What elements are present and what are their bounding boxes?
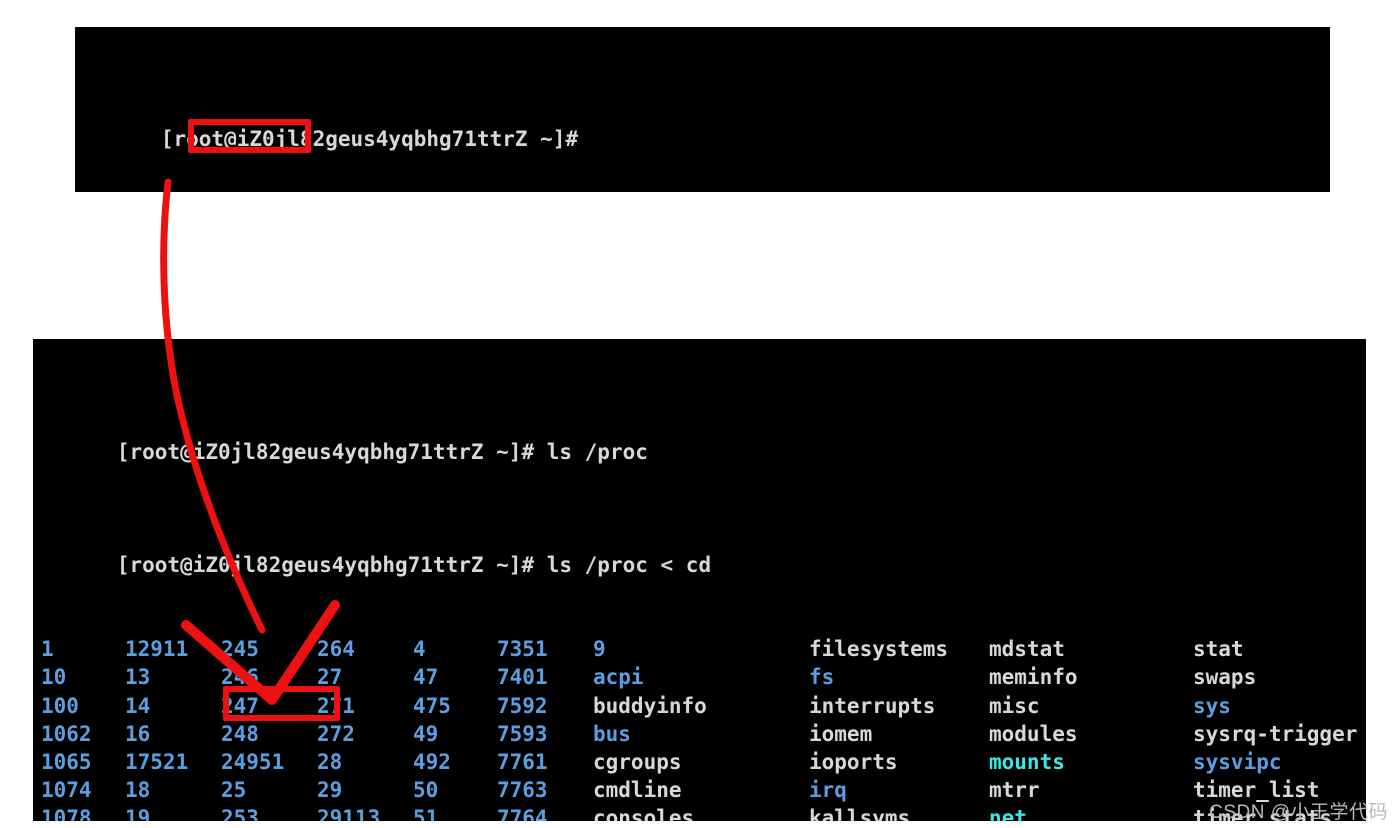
proc-entry: modules xyxy=(989,721,1078,746)
proc-entry: 492 xyxy=(413,749,451,774)
proc-entry: mdstat xyxy=(989,637,1065,662)
proc-entry: 7763 xyxy=(497,778,548,803)
clipped-prompt-text: [root@iZ0jl82geus4yqbhg71ttrZ ~]# xyxy=(160,127,579,151)
proc-entry: 18 xyxy=(125,778,151,803)
proc-entry: 7764 xyxy=(497,806,548,821)
proc-entry: 17521 xyxy=(125,749,189,774)
proc-entry: 1 xyxy=(41,637,54,662)
proc-entry: 253 xyxy=(221,806,259,821)
proc-entry: mtrr xyxy=(989,778,1040,803)
proc-entry: 7351 xyxy=(497,637,548,662)
proc-entry: 16 xyxy=(125,721,151,746)
proc-entry: 1065 xyxy=(41,749,92,774)
proc-entry: swaps xyxy=(1193,665,1257,690)
proc-entry: 13 xyxy=(125,665,151,690)
proc-entry: 7592 xyxy=(497,693,548,718)
proc-listing-row: 1 12911 245 264 4 7351 9 filesystems mdstat stat xyxy=(41,635,1366,663)
proc-entry: irq xyxy=(809,778,847,803)
proc-entry: cgroups xyxy=(593,749,682,774)
clipped-prompt-text: [root@iZ0jl82geus4yqbhg71ttrZ ~]# ls /pr… xyxy=(116,439,648,464)
proc-entry: 7401 xyxy=(497,665,548,690)
proc-entry: sys xyxy=(1193,693,1231,718)
proc-listing: 1 12911 245 264 4 7351 9 filesystems mdstat stat 1… xyxy=(41,635,1366,821)
proc-entry: 19 xyxy=(125,806,151,821)
terminal-clipped-line: [root@iZ0jl82geus4yqbhg71ttrZ ~]# xyxy=(85,97,1330,151)
prompt-string: [root@iZ0jl82geus4yqbhg71ttrZ ~]# xyxy=(116,552,535,577)
proc-entry: sysvipc xyxy=(1193,749,1282,774)
proc-entry: 475 xyxy=(413,693,451,718)
proc-entry: 1078 xyxy=(41,806,92,821)
proc-entry: 29 xyxy=(317,778,343,803)
proc-entry: acpi xyxy=(593,665,644,690)
proc-entry: 24951 xyxy=(221,749,285,774)
proc-entry: 272 xyxy=(317,721,355,746)
proc-entry: misc xyxy=(989,693,1040,718)
proc-entry: 1074 xyxy=(41,778,92,803)
proc-entry: 248 xyxy=(221,721,259,746)
proc-listing-row: 100 14 247 271 475 7592 buddyinfo interrupts mis… xyxy=(41,692,1366,720)
proc-entry: filesystems xyxy=(809,637,949,662)
proc-entry: 247 xyxy=(221,693,259,718)
proc-entry: meminfo xyxy=(989,665,1078,690)
proc-entry: 47 xyxy=(413,665,439,690)
proc-entry: 14 xyxy=(125,693,151,718)
proc-entry: 29113 xyxy=(317,806,381,821)
proc-entry: 25 xyxy=(221,778,247,803)
proc-entry: 28 xyxy=(317,749,343,774)
proc-entry: iomem xyxy=(809,721,873,746)
proc-entry: sysrq-trigger xyxy=(1193,721,1358,746)
proc-entry: interrupts xyxy=(809,693,936,718)
proc-entry: bus xyxy=(593,721,631,746)
proc-entry: 49 xyxy=(413,721,439,746)
proc-entry: 4 xyxy=(413,637,426,662)
proc-listing-row: 10 13 246 27 47 7401 acpi fs meminfo swaps xyxy=(41,663,1366,691)
proc-entry: 7593 xyxy=(497,721,548,746)
proc-entry: 12911 xyxy=(125,637,189,662)
proc-entry: 271 xyxy=(317,693,355,718)
proc-entry: ioports xyxy=(809,749,898,774)
proc-listing-row: 1074 18 25 29 50 7763 cmdline irq mtrr timer_list xyxy=(41,776,1366,804)
proc-entry: 100 xyxy=(41,693,79,718)
proc-entry: 10 xyxy=(41,665,67,690)
csdn-watermark: CSDN @小王学代码 xyxy=(1209,802,1388,823)
command-text: ls /proc < cd xyxy=(534,552,712,577)
proc-entry: mounts xyxy=(989,749,1065,774)
proc-entry: kallsyms xyxy=(809,806,911,821)
proc-entry: buddyinfo xyxy=(593,693,707,718)
proc-listing-row: 1078 19 253 29113 51 7764 consoles kallsyms net t… xyxy=(41,804,1366,821)
proc-listing-row: 1065 17521 24951 28 492 7761 cgroups ioports mou… xyxy=(41,748,1366,776)
proc-entry: 27 xyxy=(317,665,343,690)
proc-entry: 246 xyxy=(221,665,259,690)
ls-proc-terminal-pane[interactable]: [root@iZ0jl82geus4yqbhg71ttrZ ~]# ls /pr… xyxy=(33,339,1366,821)
proc-entry: consoles xyxy=(593,806,695,821)
proc-entry: stat xyxy=(1193,637,1244,662)
prompt-line: [root@iZ0jl82geus4yqbhg71ttrZ ~]# ls /pr… xyxy=(41,522,1366,577)
proc-entry: fs xyxy=(809,665,835,690)
proc-entry: net xyxy=(989,806,1027,821)
proc-entry: 51 xyxy=(413,806,439,821)
proc-entry: cmdline xyxy=(593,778,682,803)
proc-entry: 1062 xyxy=(41,721,92,746)
terminal-clipped-line: [root@iZ0jl82geus4yqbhg71ttrZ ~]# ls /pr… xyxy=(41,410,1366,464)
proc-entry: 245 xyxy=(221,637,259,662)
proc-entry: 9 xyxy=(593,637,606,662)
proc-entry: 50 xyxy=(413,778,439,803)
screenshot-root: [root@iZ0jl82geus4yqbhg71ttrZ ~]# [root@… xyxy=(0,0,1396,828)
proc-entry: 264 xyxy=(317,637,355,662)
ps-aux-terminal-pane[interactable]: [root@iZ0jl82geus4yqbhg71ttrZ ~]# [root@… xyxy=(75,27,1330,192)
proc-entry: 7761 xyxy=(497,749,548,774)
proc-listing-row: 1062 16 248 272 49 7593 bus iomem modules sysrq-t… xyxy=(41,720,1366,748)
